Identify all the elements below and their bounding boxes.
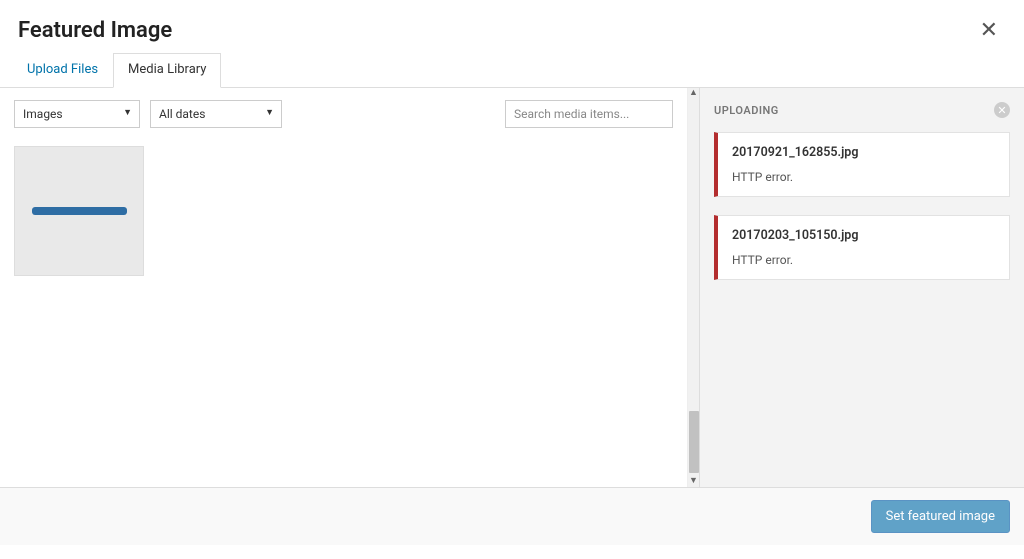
upload-progress-bar xyxy=(32,207,127,215)
tab-bar: Upload Files Media Library xyxy=(0,52,1024,87)
filter-date-select[interactable]: All dates xyxy=(150,100,282,128)
search-input[interactable] xyxy=(505,100,673,128)
close-icon[interactable]: ✕ xyxy=(974,18,1004,44)
modal-footer: Set featured image xyxy=(0,487,1024,545)
media-thumbnail-uploading[interactable] xyxy=(14,146,144,276)
scroll-thumb[interactable] xyxy=(689,411,699,473)
sidebar-uploading: UPLOADING ✕ 20170921_162855.jpg HTTP err… xyxy=(699,88,1024,487)
upload-error-item: 20170203_105150.jpg HTTP error. xyxy=(714,215,1010,280)
tab-upload-files[interactable]: Upload Files xyxy=(12,53,113,88)
dismiss-uploads-icon[interactable]: ✕ xyxy=(994,102,1010,118)
scroll-up-icon[interactable]: ▲ xyxy=(689,89,698,98)
scrollbar[interactable]: ▲ ▼ xyxy=(687,88,699,487)
upload-error-text: HTTP error. xyxy=(732,170,995,184)
media-library-panel: Images All dates xyxy=(0,88,687,487)
sidebar-title: UPLOADING xyxy=(714,104,779,117)
tab-media-library[interactable]: Media Library xyxy=(113,53,221,88)
upload-filename: 20170921_162855.jpg xyxy=(732,145,995,160)
upload-error-item: 20170921_162855.jpg HTTP error. xyxy=(714,132,1010,197)
filter-type-select[interactable]: Images xyxy=(14,100,140,128)
scroll-down-icon[interactable]: ▼ xyxy=(689,477,698,486)
upload-filename: 20170203_105150.jpg xyxy=(732,228,995,243)
set-featured-image-button[interactable]: Set featured image xyxy=(871,500,1010,533)
upload-error-text: HTTP error. xyxy=(732,253,995,267)
modal-title: Featured Image xyxy=(18,18,172,43)
